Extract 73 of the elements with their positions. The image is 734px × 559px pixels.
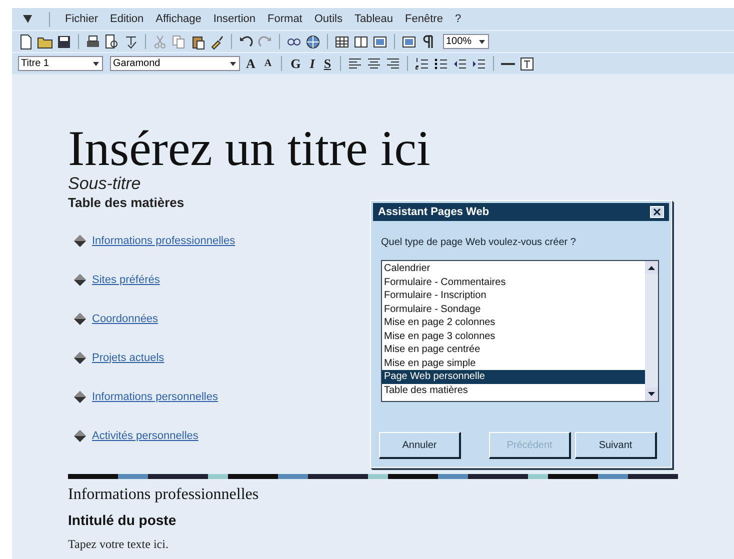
paste-icon[interactable] [190,34,206,50]
text-box-icon[interactable] [519,56,536,72]
body-text: Tapez votre texte ici. [68,536,168,552]
menu-item[interactable]: Affichage [156,13,202,25]
close-icon[interactable] [650,206,664,218]
menu-item[interactable]: Edition [110,13,144,25]
diamond-bullet-icon [73,312,87,326]
frame-icon[interactable] [372,34,388,50]
list-item[interactable]: Mise en page centrée [382,343,645,356]
list-item[interactable]: Mise en page simple [382,356,645,370]
toc-link[interactable]: Projets actuels [92,352,164,364]
field-heading: Intitulé du poste [68,511,176,530]
menu-item[interactable]: ? [454,13,462,25]
align-center-icon[interactable] [366,56,382,72]
numbered-list-icon[interactable] [414,56,430,72]
list-item[interactable]: Table des matières [382,384,645,397]
next-button[interactable]: Suivant [575,432,657,459]
menu-item[interactable]: Tableau [354,13,394,25]
caret-icon[interactable] [229,60,237,68]
bold-button[interactable]: G [288,55,304,72]
align-right-icon[interactable] [385,56,402,72]
cancel-button[interactable]: Annuler [379,432,461,459]
list-item[interactable]: Calendrier [382,262,645,276]
zoom-dropdown[interactable]: 100% [443,34,489,49]
list-item[interactable]: Mise en page 3 colonnes [382,330,645,343]
list-item[interactable]: Formulaire - Sondage [382,302,645,316]
dialog-title: Assistant Pages Web [378,206,490,218]
caret-icon[interactable] [478,38,486,46]
diamond-bullet-icon [73,390,87,404]
align-left-icon[interactable] [347,56,364,72]
menu-item[interactable]: Fenêtre [405,13,443,25]
list-item[interactable]: Formulaire - Commentaires [382,276,645,289]
diamond-bullet-icon [73,350,87,364]
style-dropdown[interactable]: Titre 1 [18,56,103,71]
caret-icon[interactable] [92,60,100,68]
frame-icon[interactable] [401,34,417,50]
italic-button[interactable]: I [306,55,318,72]
printer-icon[interactable] [85,34,101,50]
toc-link[interactable]: Informations personnelles [92,390,218,402]
underline-button[interactable]: S [320,55,334,72]
table-icon[interactable] [334,34,350,50]
spellcheck-icon[interactable] [123,34,139,50]
page-title: Insérez un titre ici [68,122,430,174]
globe-icon[interactable] [305,34,321,50]
columns-icon[interactable] [353,34,369,50]
page-subtitle: Sous-titre [68,174,141,194]
brush-icon[interactable] [209,34,225,50]
toc-link[interactable]: Coordonnées [92,312,158,324]
toc-heading: Table des matières [68,194,184,212]
scroll-down-icon[interactable] [645,388,658,401]
menu-item[interactable]: Fichier [65,13,98,25]
menu-item[interactable]: Format [268,13,302,25]
section-heading: Informations professionnelles [68,485,259,505]
list-item[interactable]: Page Web personnelle [382,370,645,384]
toc-link[interactable]: Sites préférés [92,274,160,286]
scroll-up-icon[interactable] [645,261,658,274]
list-item[interactable]: Mise en page 2 colonnes [382,316,645,330]
page-icon[interactable] [18,34,34,50]
page-type-list[interactable] [381,260,659,402]
undo-icon[interactable] [238,34,254,50]
diamond-bullet-icon [73,234,87,248]
shrink-font-button[interactable]: A [261,55,275,72]
font-dropdown[interactable]: Garamond [110,56,240,71]
menu-item[interactable]: Outils [314,13,342,25]
preview-icon[interactable] [104,34,120,50]
dialog-prompt: Quel type de page Web voulez-vous créer ? [381,237,577,248]
toc-link[interactable]: Activités personnelles [92,430,198,442]
diamond-bullet-icon [73,272,87,286]
grow-font-button[interactable]: A [243,55,258,72]
list-item[interactable]: Formulaire - Inscription [382,289,645,302]
menu-item[interactable]: Insertion [213,13,256,25]
diamond-bullet-icon [73,428,87,442]
toc-link[interactable]: Informations professionnelles [92,234,236,246]
